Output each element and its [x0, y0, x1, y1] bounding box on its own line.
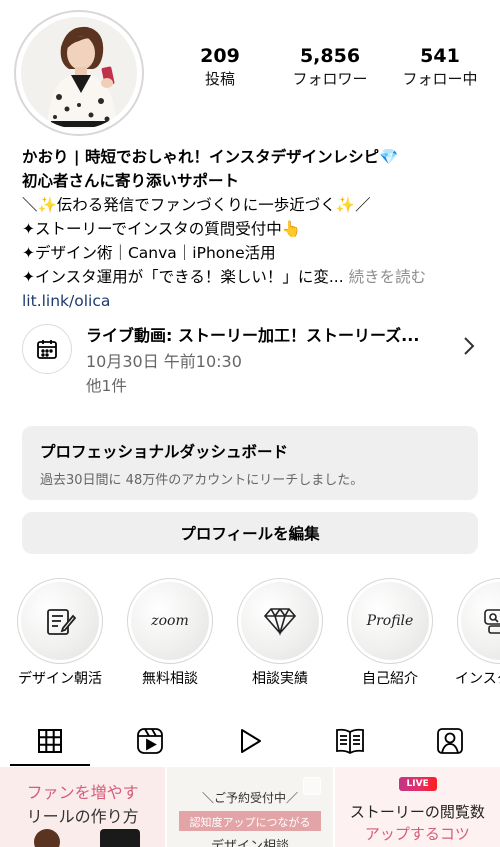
following-count-value: 541 — [420, 45, 460, 67]
read-more-link[interactable]: 続きを読む — [349, 268, 427, 286]
calendar-icon — [22, 324, 72, 374]
highlight-ring: zoom — [127, 578, 213, 664]
chevron-right-icon[interactable] — [462, 336, 476, 360]
post-avatar-image — [34, 829, 60, 847]
followers-count-value: 5,856 — [299, 45, 361, 67]
highlight-label: 相談実績 — [252, 671, 308, 687]
post-title: ストーリーの閲覧数 — [349, 803, 485, 821]
following-count-label: フォロー中 — [402, 70, 478, 88]
post-title: ＼ご予約受付中／ — [201, 791, 298, 805]
highlight-cover-text: Profile — [366, 613, 414, 629]
dashboard-title: プロフェッショナルダッシュボード — [40, 443, 289, 461]
post-subtitle: デザイン相談 — [210, 839, 289, 847]
posts-grid: ファンを増やす リールの作り方 ＼ご予約受付中／ 認知度アップにつながる デザイ… — [0, 767, 500, 847]
tab-videos[interactable] — [200, 716, 300, 766]
qa-icon — [461, 582, 500, 660]
guide-book-icon — [336, 728, 364, 755]
post-thumbnail[interactable]: ファンを増やす リールの作り方 — [0, 767, 166, 847]
tab-posts-grid[interactable] — [0, 716, 100, 766]
highlight-cover-text: zoom — [151, 613, 189, 629]
bio-line: ✦デザイン術｜Canva｜iPhone活用 — [22, 244, 276, 262]
tab-reels[interactable] — [100, 716, 200, 766]
grid-icon — [38, 729, 62, 753]
story-highlights: デザイン朝活 zoom 無料相談 相談実績 Profile 自己紹介 インス — [0, 578, 500, 690]
following-count[interactable]: 541 フォロー中 — [385, 44, 495, 90]
posts-count-label: 投稿 — [204, 70, 235, 88]
reels-icon — [137, 728, 163, 754]
posts-count[interactable]: 209 投稿 — [165, 44, 275, 90]
bio-line-truncated: ✦インスタ運用が「できる！楽しい！」に変... 続きを読む — [22, 265, 492, 289]
post-subtitle: リールの作り方 — [26, 807, 139, 826]
tab-guides[interactable] — [300, 716, 400, 766]
post-thumbnail[interactable]: LIVE ストーリーの閲覧数 アップするコツ — [334, 767, 500, 847]
bio-line: ✦ストーリーでインスタの質問受付中👆 — [22, 220, 302, 238]
profile-header: 209 投稿 5,856 フォロワー 541 フォロー中 — [0, 0, 500, 140]
post-thumbnail[interactable]: ＼ご予約受付中／ 認知度アップにつながる デザイン相談 — [167, 767, 333, 847]
highlight-label: インスタ — [455, 671, 500, 687]
event-title: ライブ動画: ストーリー加工！ストーリーズ... — [86, 326, 420, 345]
highlight-label: 自己紹介 — [362, 671, 418, 687]
highlight-cover: zoom — [131, 582, 209, 660]
notepad-pen-icon — [21, 582, 99, 660]
tab-tagged[interactable] — [400, 716, 500, 766]
highlight-cover: Profile — [351, 582, 429, 660]
professional-dashboard[interactable]: プロフェッショナルダッシュボード 過去30日間に 48万件のアカウントにリーチし… — [22, 426, 478, 500]
bio-line-text: ✦インスタ運用が「できる！楽しい！」に変... — [22, 268, 344, 286]
diamond-icon — [241, 582, 319, 660]
highlight-label: 無料相談 — [142, 671, 198, 687]
highlight-ring — [237, 578, 323, 664]
followers-count[interactable]: 5,856 フォロワー — [275, 44, 385, 90]
posts-count-value: 209 — [200, 45, 240, 67]
highlight-ring — [17, 578, 103, 664]
profile-name: かおり | 時短でおしゃれ！インスタデザインレシピ💎 — [22, 148, 399, 166]
play-icon — [241, 729, 261, 753]
highlight-insta[interactable]: インスタ — [455, 578, 500, 688]
avatar-ring[interactable] — [14, 10, 144, 136]
bio-tagline: 初心者さんに寄り添いサポート — [22, 172, 240, 190]
highlight-free-consult[interactable]: zoom 無料相談 — [125, 578, 215, 688]
live-badge: LIVE — [398, 777, 437, 791]
bio-line: ＼✨伝わる発信でファンづくりに一歩近づく✨／ — [22, 196, 371, 214]
event-time: 10月30日 午前10:30 — [86, 352, 242, 371]
post-title: ファンを増やす — [26, 783, 139, 802]
followers-count-label: フォロワー — [292, 70, 368, 88]
avatar[interactable] — [21, 17, 137, 129]
post-subtitle: アップするコツ — [364, 825, 470, 843]
event-more-count: 他1件 — [86, 377, 127, 395]
bio-link[interactable]: lit.link/olica — [22, 289, 492, 313]
highlight-consult-results[interactable]: 相談実績 — [235, 578, 325, 688]
highlight-self-intro[interactable]: Profile 自己紹介 — [345, 578, 435, 688]
highlight-ring: Profile — [347, 578, 433, 664]
highlight-ring — [457, 578, 500, 664]
profile-stats: 209 投稿 5,856 フォロワー 541 フォロー中 — [165, 44, 495, 90]
profile-bio: かおり | 時短でおしゃれ！インスタデザインレシピ💎 初心者さんに寄り添いサポー… — [22, 145, 492, 313]
tagged-icon — [437, 728, 463, 754]
profile-tabs — [0, 716, 500, 766]
highlight-label: デザイン朝活 — [18, 671, 102, 687]
post-phone-image — [100, 829, 140, 847]
dashboard-subtitle: 過去30日間に 48万件のアカウントにリーチしました。 — [40, 473, 364, 488]
live-event-card[interactable]: ライブ動画: ストーリー加工！ストーリーズ... 10月30日 午前10:30 … — [22, 318, 482, 400]
post-banner-text: 認知度アップにつながる — [189, 816, 311, 829]
highlight-design-asakatsu[interactable]: デザイン朝活 — [15, 578, 105, 688]
edit-profile-button[interactable]: プロフィールを編集 — [22, 512, 478, 554]
